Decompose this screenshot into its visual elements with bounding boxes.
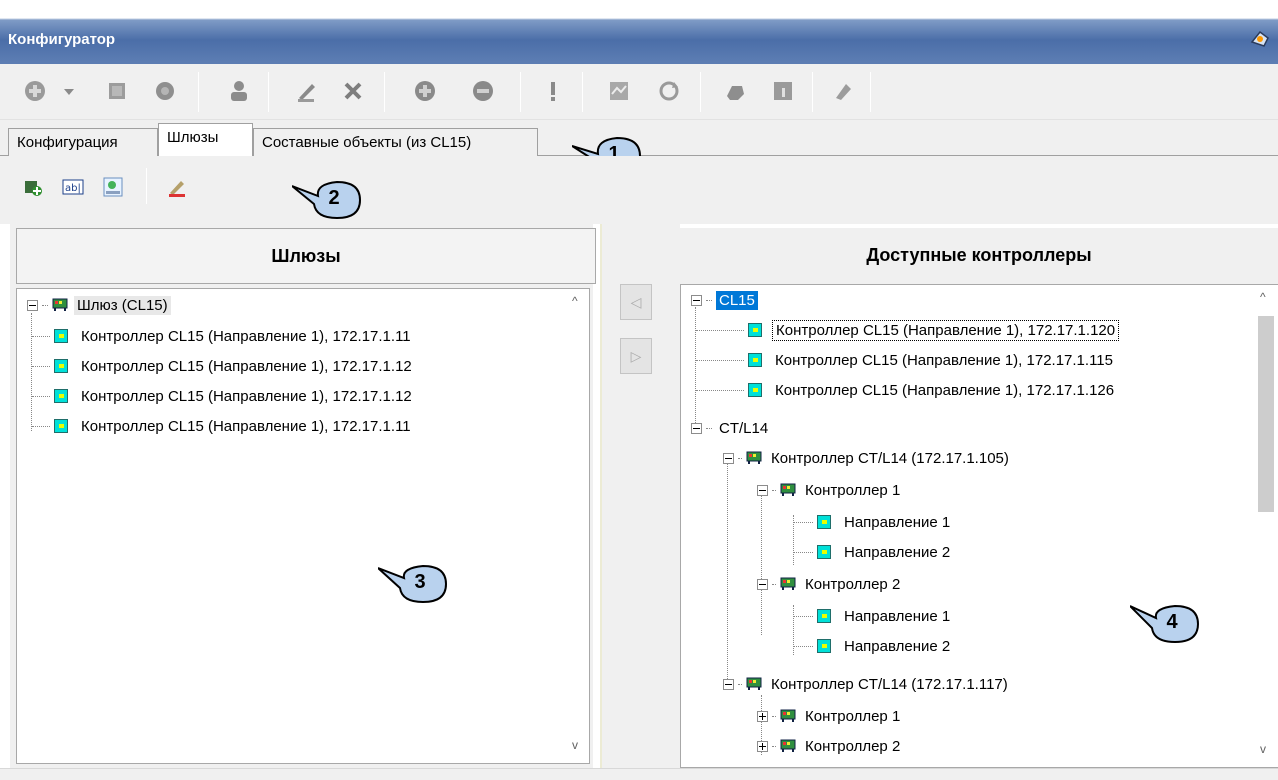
exclamation-icon[interactable] [540,78,566,104]
plus-circle-icon[interactable] [412,78,438,104]
gateway-label: Шлюз (CL15) [74,295,171,315]
available-controllers-header: Доступные контроллеры [680,228,1278,284]
collapse-icon[interactable] [757,578,768,590]
collapse-icon[interactable] [723,452,734,464]
properties-icon[interactable] [102,176,124,198]
direction-icon [748,323,762,337]
list-item[interactable]: Контроллер CL15 (Направление 1), 172.17.… [32,413,414,439]
list-item[interactable]: Направление 2 [793,633,953,659]
list-item[interactable]: Направление 1 [793,603,953,629]
collapse-icon[interactable] [691,422,702,434]
controllers-scrollbar[interactable]: ^ v [1257,286,1277,767]
people-icon[interactable] [226,78,252,104]
list-item[interactable]: Направление 2 [793,539,953,565]
scroll-thumb[interactable] [1258,316,1274,512]
controller-icon [52,298,68,311]
minus-circle-icon[interactable] [470,78,496,104]
list-item[interactable]: Контроллер CL15 (Направление 1), 172.17.… [696,317,1120,343]
controller-icon [746,451,762,464]
tree-node-controller[interactable]: Контроллер 2 [757,571,903,597]
move-right-button[interactable]: ▷ [620,338,652,374]
direction-icon [817,609,831,623]
controller-icon [780,577,796,590]
controller-icon [780,709,796,722]
tab-configuration[interactable]: Конфигурация [8,128,158,156]
collapse-icon[interactable] [27,299,38,311]
gateway-toolbar: ab| [0,156,1278,224]
list-item[interactable]: Контроллер CL15 (Направление 1), 172.17.… [32,353,415,379]
dropdown-arrow-icon[interactable] [62,78,76,104]
delete-icon[interactable] [340,78,366,104]
hand-icon[interactable] [722,78,748,104]
refresh-icon[interactable] [656,78,682,104]
controller-icon [746,677,762,690]
scroll-up-icon: ^ [1260,290,1266,304]
move-left-button[interactable]: ◁ [620,284,652,320]
tree-node-device[interactable]: Контроллер CT/L14 (172.17.1.117) [723,671,1011,697]
gear-icon[interactable] [152,78,178,104]
direction-icon [748,353,762,367]
callout-4: 4 [1130,602,1202,646]
tab-composite-objects[interactable]: Составные объекты (из CL15) [253,128,538,156]
direction-icon [817,545,831,559]
callout-3: 3 [378,562,450,606]
help-icon[interactable] [1248,28,1272,50]
tab-gateways[interactable]: Шлюзы [158,123,253,157]
status-bar [0,768,1278,780]
tree-node-device[interactable]: Контроллер CT/L14 (172.17.1.105) [723,445,1012,471]
title-bar: Конфигуратор [0,0,1278,64]
move-buttons-area: ◁ ▷ [600,224,680,768]
expand-icon[interactable] [757,740,768,752]
info-icon[interactable] [770,78,796,104]
collapse-icon[interactable] [723,678,734,690]
list-item[interactable]: Контроллер CL15 (Направление 1), 172.17.… [696,377,1117,403]
scroll-up-icon: ^ [572,294,578,308]
gateways-scrollbar[interactable]: ^ v [569,290,587,762]
direction-icon [817,639,831,653]
list-item[interactable]: Контроллер CL15 (Направление 1), 172.17.… [32,323,414,349]
add-gateway-icon[interactable] [22,176,44,198]
scroll-down-icon: v [572,738,578,752]
available-controllers-tree[interactable]: CL15 Контроллер CL15 (Направление 1), 17… [680,284,1278,768]
svg-text:ab|: ab| [65,183,81,194]
tree-node-controller[interactable]: Контроллер 1 [757,477,903,503]
tree-node-cl15[interactable]: CL15 [691,287,758,313]
controller-icon [780,739,796,752]
tree-node-controller[interactable]: Контроллер 1 [757,703,903,729]
tree-node-ctl14[interactable]: CT/L14 [691,415,771,441]
gateways-tree[interactable]: Шлюз (CL15) Контроллер CL15 (Направление… [16,288,590,764]
list-item[interactable]: Контроллер CL15 (Направление 1), 172.17.… [32,383,415,409]
module-icon[interactable] [104,78,130,104]
collapse-icon[interactable] [757,484,768,496]
list-item[interactable]: Направление 1 [793,509,953,535]
tree-node-gateway[interactable]: Шлюз (CL15) [27,292,171,318]
direction-icon [54,419,68,433]
list-item[interactable]: Контроллер CL15 (Направление 1), 172.17.… [696,347,1116,373]
gateways-header: Шлюзы [16,228,596,284]
tree-node-controller[interactable]: Контроллер 2 [757,733,903,759]
map-icon[interactable] [606,78,632,104]
direction-icon [748,383,762,397]
controller-icon [780,483,796,496]
direction-icon [54,389,68,403]
collapse-icon[interactable] [691,294,702,306]
add-icon[interactable] [22,78,48,104]
direction-icon [54,329,68,343]
edit-icon[interactable] [166,176,188,198]
edit-icon[interactable] [294,78,320,104]
scroll-down-icon: v [1260,742,1266,756]
expand-icon[interactable] [757,710,768,722]
main-toolbar [0,64,1278,120]
direction-icon [817,515,831,529]
direction-icon [54,359,68,373]
settings-icon[interactable] [830,78,856,104]
rename-icon[interactable]: ab| [62,176,84,198]
window-title: Конфигуратор [8,31,116,48]
gateways-panel: Шлюзы Шлюз (CL15) Контроллер CL15 (Напра… [10,224,596,768]
callout-2: 2 [292,178,364,222]
